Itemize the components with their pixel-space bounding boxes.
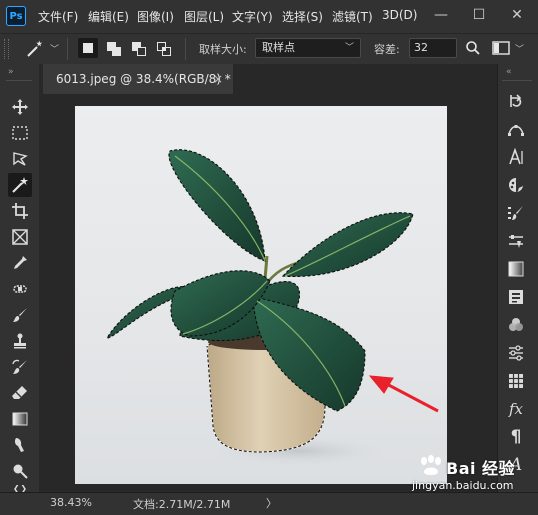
properties-icon[interactable] (505, 286, 527, 308)
move-icon[interactable] (8, 95, 32, 119)
gradients-icon[interactable] (505, 258, 527, 280)
subtract-from-selection-button[interactable] (130, 40, 148, 58)
history-icon[interactable] (505, 90, 527, 112)
menu-image[interactable]: 图像(I) (137, 8, 174, 25)
adjustment-sliders-icon[interactable] (505, 342, 527, 364)
close-window-icon[interactable]: ✕ (508, 6, 526, 24)
maximize-icon[interactable]: ☐ (470, 6, 488, 24)
pen-icon[interactable] (8, 485, 32, 492)
smudge-icon[interactable] (8, 433, 32, 457)
collapse-tools-icon[interactable]: » (8, 67, 14, 77)
channels-icon[interactable] (505, 314, 527, 336)
spot-healing-icon[interactable] (8, 277, 32, 301)
divider (185, 38, 186, 60)
expand-panels-icon[interactable]: « (506, 67, 512, 77)
watermark-url: jingyan.baidu.com (412, 479, 514, 492)
close-icon[interactable]: × (213, 64, 223, 94)
paths-icon[interactable] (505, 118, 527, 140)
tolerance-label: 容差: (374, 43, 400, 56)
divider (502, 80, 532, 81)
document-info: 文档:2.71M/2.71M (133, 498, 231, 511)
sample-size-select[interactable]: 取样点 ﹀ (255, 38, 361, 58)
swatches-icon[interactable] (505, 370, 527, 392)
workspace-chevron-icon[interactable]: ﹀ (515, 42, 524, 55)
photoshop-logo[interactable]: Ps (6, 6, 26, 26)
menu-layer[interactable]: 图层(L) (184, 8, 224, 25)
zoom-level[interactable]: 38.43% (50, 496, 92, 509)
sample-size-value: 取样点 (262, 41, 295, 54)
add-to-selection-button[interactable] (105, 40, 123, 58)
dodge-icon[interactable] (8, 459, 32, 483)
menu-edit[interactable]: 编辑(E) (88, 8, 129, 25)
plant-photo (106, 149, 439, 467)
menu-filter[interactable]: 滤镜(T) (332, 8, 373, 25)
brushes-icon[interactable] (505, 202, 527, 224)
new-selection-button[interactable] (78, 38, 98, 58)
paragraph-icon[interactable]: ¶ (505, 426, 527, 448)
history-brush-icon[interactable] (8, 355, 32, 379)
magic-wand-icon[interactable] (8, 173, 32, 197)
baidu-paw-icon (421, 455, 441, 475)
gradient-icon[interactable] (8, 407, 32, 431)
watermark-brand: Bai 经验 (446, 459, 516, 478)
character-icon[interactable] (505, 146, 527, 168)
eraser-icon[interactable] (8, 381, 32, 405)
lasso-icon[interactable] (8, 147, 32, 171)
clone-stamp-icon[interactable] (8, 329, 32, 353)
tool-preset-chevron-icon[interactable]: ﹀ (50, 42, 59, 55)
frame-icon[interactable] (8, 225, 32, 249)
marquee-icon[interactable] (8, 121, 32, 145)
tolerance-input[interactable]: 32 (409, 38, 457, 58)
menu-type[interactable]: 文字(Y) (232, 8, 273, 25)
intersect-selection-button[interactable] (155, 40, 173, 58)
workspace-icon[interactable] (492, 40, 510, 60)
document-canvas[interactable] (75, 106, 447, 484)
color-icon[interactable] (505, 174, 527, 196)
crop-icon[interactable] (8, 199, 32, 223)
menu-file[interactable]: 文件(F) (38, 8, 78, 25)
annotation-arrow (368, 375, 439, 413)
styles-icon[interactable]: fx (505, 398, 527, 420)
divider (67, 38, 68, 60)
menu-3d[interactable]: 3D(D) (382, 8, 417, 22)
document-tab[interactable]: 6013.jpeg @ 38.4%(RGB/8) * × (43, 64, 233, 94)
adjustments-icon[interactable] (505, 230, 527, 252)
chevron-down-icon: ﹀ (344, 43, 354, 53)
tool-preset-magic-wand-icon[interactable] (25, 40, 45, 58)
status-menu-arrow-icon[interactable]: 〉 (266, 495, 277, 511)
brush-icon[interactable] (8, 303, 32, 327)
document-tab-title: 6013.jpeg @ 38.4%(RGB/8) * (56, 72, 231, 86)
divider (6, 80, 32, 81)
sample-size-label: 取样大小: (199, 43, 247, 56)
baidu-watermark: Bai 经验 jingyan.baidu.com (410, 455, 535, 495)
options-grip (4, 39, 9, 59)
minimize-icon[interactable]: — (432, 6, 450, 24)
search-icon[interactable] (465, 40, 481, 60)
menu-select[interactable]: 选择(S) (282, 8, 323, 25)
status-bar: 38.43% 文档:2.71M/2.71M 〉 (0, 492, 538, 515)
eyedropper-icon[interactable] (8, 251, 32, 275)
